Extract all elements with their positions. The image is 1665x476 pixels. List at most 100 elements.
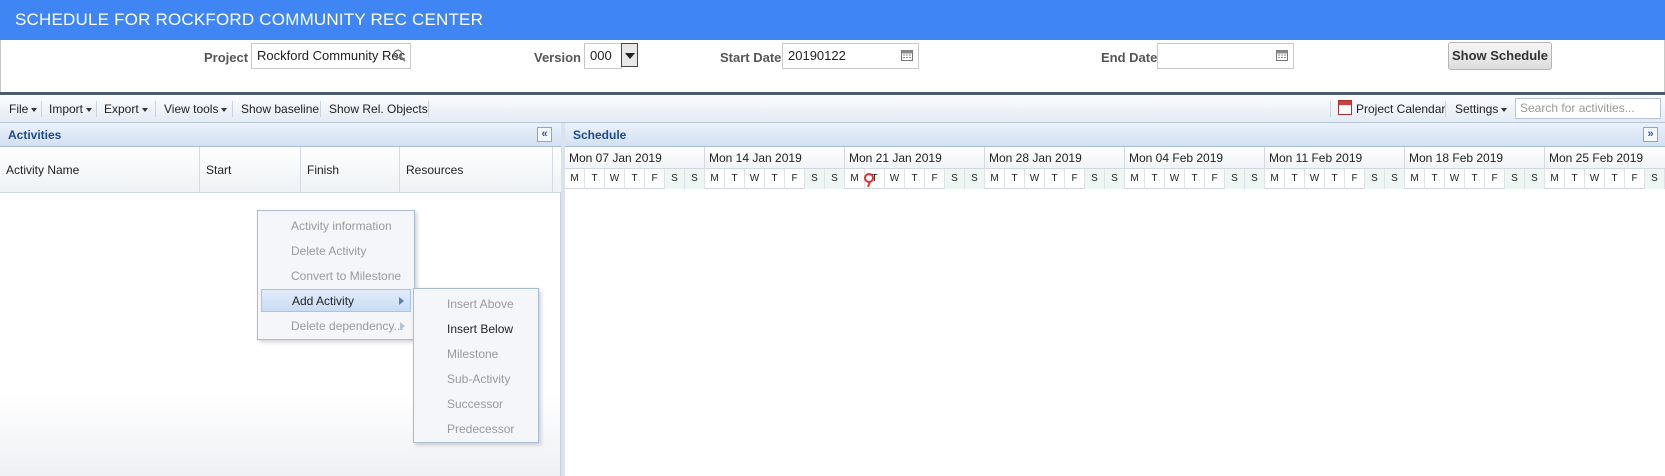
submenu-item-sub-activity[interactable]: Sub-Activity: [417, 368, 535, 391]
start-date-field[interactable]: 20190122: [782, 43, 919, 69]
day-header-cell: S: [685, 169, 705, 189]
submenu-item-insert-above[interactable]: Insert Above: [417, 293, 535, 316]
today-marker-icon: [864, 173, 874, 183]
menu-item-convert-to-milestone[interactable]: Convert to Milestone: [261, 265, 411, 288]
menu-item-add-activity-label: Add Activity: [292, 294, 355, 308]
end-date-field[interactable]: [1157, 43, 1294, 69]
schedule-panel-header: Schedule »: [565, 123, 1665, 147]
day-header-cell: S: [1645, 169, 1665, 189]
day-header-cell: M: [1405, 169, 1425, 189]
submenu-item-insert-below[interactable]: Insert Below: [417, 318, 535, 341]
week-header-cell: Mon 25 Feb 2019: [1545, 147, 1665, 169]
day-header-cell: M: [705, 169, 725, 189]
day-header-cell: M: [1125, 169, 1145, 189]
import-menu-label: Import: [49, 102, 84, 116]
project-label: Project: [204, 50, 249, 65]
activities-panel-title: Activities: [8, 128, 62, 142]
day-header-cell: W: [1585, 169, 1605, 189]
day-header-cell: T: [725, 169, 745, 189]
view-tools-menu[interactable]: View tools: [164, 102, 228, 116]
day-header-cell: S: [1505, 169, 1525, 189]
week-header-cell: Mon 21 Jan 2019: [845, 147, 985, 169]
day-header-cell: T: [1605, 169, 1625, 189]
day-header-cell: F: [925, 169, 945, 189]
caret-down-icon: [141, 107, 148, 112]
project-calendar-button[interactable]: Project Calendar: [1356, 102, 1445, 116]
week-header-cell: Mon 28 Jan 2019: [985, 147, 1125, 169]
settings-label: Settings: [1455, 102, 1499, 116]
menu-item-delete-dependency[interactable]: Delete dependency...: [261, 315, 411, 338]
project-field[interactable]: Rockford Community Rec: [251, 43, 411, 69]
column-header-start[interactable]: Start: [200, 147, 301, 193]
activities-panel-header: Activities «: [0, 123, 561, 147]
start-date-value: 20190122: [788, 48, 846, 63]
settings-menu[interactable]: Settings: [1455, 102, 1508, 116]
version-dropdown-button[interactable]: [621, 43, 638, 67]
menu-item-delete-activity[interactable]: Delete Activity: [261, 240, 411, 263]
search-icon[interactable]: [392, 49, 406, 63]
day-header-cell: T: [905, 169, 925, 189]
version-value: 000: [590, 48, 612, 63]
day-header-cell: W: [885, 169, 905, 189]
gantt-chart: Mon 07 Jan 2019 Mon 14 Jan 2019 Mon 21 Jan…: [565, 147, 1665, 476]
start-date-label: Start Date: [720, 50, 782, 65]
submenu-item-predecessor[interactable]: Predecessor: [417, 418, 535, 441]
day-header-cell: T: [1145, 169, 1165, 189]
show-baseline-button[interactable]: Show baseline: [241, 102, 319, 116]
schedule-parameters: Project Rockford Community Rec Version 0…: [0, 40, 1665, 92]
week-header-cell: Mon 11 Feb 2019: [1265, 147, 1405, 169]
column-header-resources[interactable]: Resources: [400, 147, 553, 193]
collapse-left-icon[interactable]: «: [537, 127, 552, 142]
submenu-item-milestone[interactable]: Milestone: [417, 343, 535, 366]
day-header-cell: F: [1625, 169, 1645, 189]
day-header-cell: S: [965, 169, 985, 189]
week-header-row: Mon 07 Jan 2019 Mon 14 Jan 2019 Mon 21 Jan…: [565, 147, 1665, 169]
caret-down-icon: [31, 107, 38, 112]
calendar-icon[interactable]: [900, 49, 914, 63]
show-rel-objects-button[interactable]: Show Rel. Objects: [329, 102, 428, 116]
menu-item-activity-information[interactable]: Activity information: [261, 215, 411, 238]
toolbar-separator: [96, 101, 97, 117]
column-header-activity-name[interactable]: Activity Name: [0, 147, 200, 193]
export-menu-label: Export: [104, 102, 139, 116]
day-header-cell: M: [985, 169, 1005, 189]
export-menu[interactable]: Export: [104, 102, 148, 116]
toolbar-separator: [1445, 101, 1446, 117]
day-header-cell: S: [665, 169, 685, 189]
column-header-finish[interactable]: Finish: [301, 147, 400, 193]
context-menu: Activity information Delete Activity Con…: [257, 210, 415, 340]
day-header-cell: F: [1345, 169, 1365, 189]
activity-search-input[interactable]: Search for activities...: [1515, 98, 1661, 119]
day-header-cell: T: [1045, 169, 1065, 189]
day-header-cell: M: [1265, 169, 1285, 189]
day-header-cell: S: [1385, 169, 1405, 189]
submenu-item-successor[interactable]: Successor: [417, 393, 535, 416]
version-label: Version: [534, 50, 581, 65]
day-header-cell: M: [845, 169, 865, 189]
day-header-cell: S: [1085, 169, 1105, 189]
project-calendar-icon[interactable]: [1338, 100, 1352, 115]
app-title: SCHEDULE FOR ROCKFORD COMMUNITY REC CENT…: [0, 0, 1665, 40]
day-header-cell: F: [1485, 169, 1505, 189]
show-schedule-button[interactable]: Show Schedule: [1448, 42, 1552, 70]
caret-down-icon: [86, 107, 93, 112]
day-header-cell: S: [1245, 169, 1265, 189]
schedule-panel-title: Schedule: [573, 128, 627, 142]
day-header-cell: S: [1365, 169, 1385, 189]
calendar-icon[interactable]: [1275, 49, 1289, 63]
day-header-cell: T: [585, 169, 605, 189]
toolbar-separator: [155, 101, 156, 117]
version-select[interactable]: 000: [584, 43, 622, 69]
week-header-cell: Mon 14 Jan 2019: [705, 147, 845, 169]
day-header-cell: S: [945, 169, 965, 189]
menu-item-add-activity[interactable]: Add Activity: [261, 289, 411, 312]
day-header-cell: T: [765, 169, 785, 189]
day-header-cell: T: [1325, 169, 1345, 189]
day-header-cell: S: [1225, 169, 1245, 189]
menu-item-delete-dependency-label: Delete dependency...: [291, 319, 404, 333]
collapse-right-icon[interactable]: »: [1643, 127, 1658, 142]
import-menu[interactable]: Import: [49, 102, 93, 116]
file-menu[interactable]: File: [9, 102, 38, 116]
day-header-cell: T: [1465, 169, 1485, 189]
day-header-cell: T: [1005, 169, 1025, 189]
